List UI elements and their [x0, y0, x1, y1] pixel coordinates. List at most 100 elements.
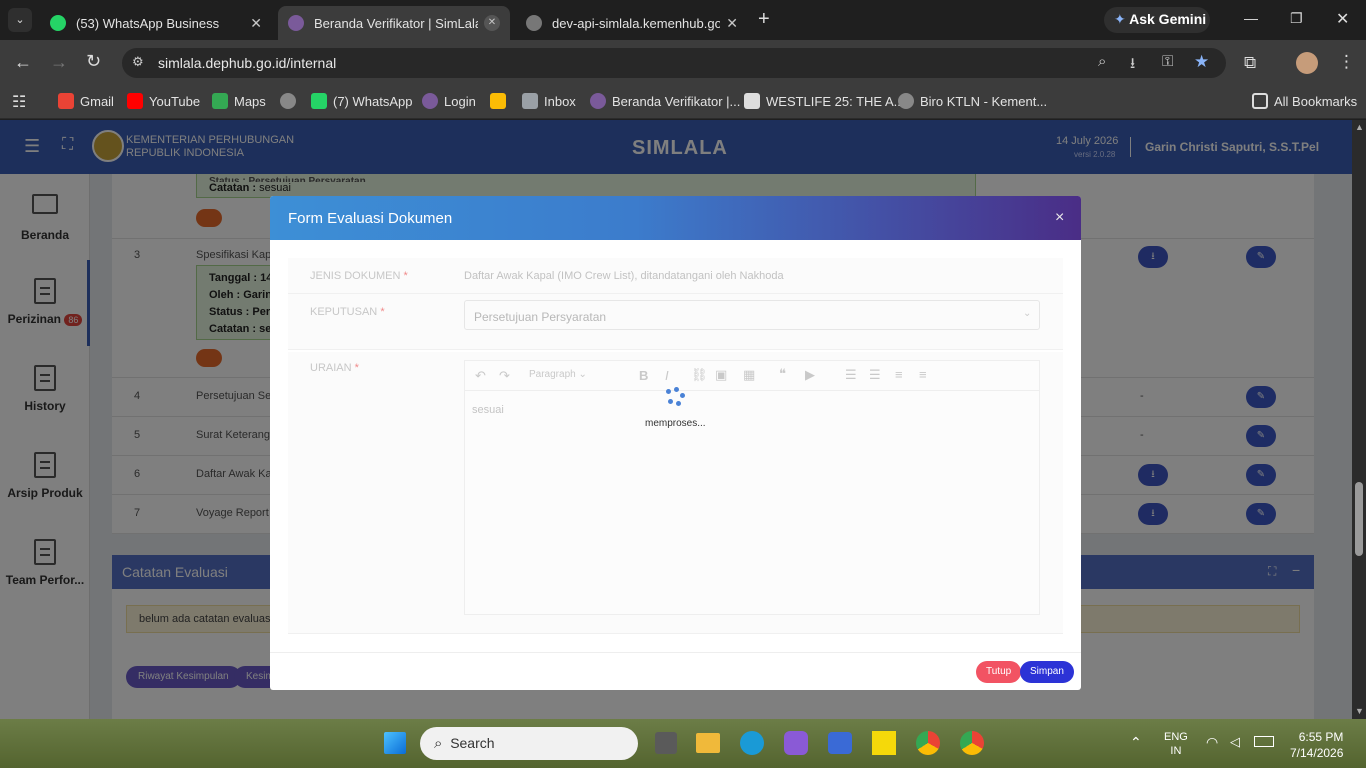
- browser-tab-strip: ⌄ (53) WhatsApp Business ✕ Beranda Verif…: [0, 0, 1366, 40]
- chrome-icon[interactable]: [916, 731, 940, 755]
- scroll-down-icon[interactable]: ▼: [1355, 706, 1364, 716]
- bookmark-youtube[interactable]: YouTube: [127, 93, 200, 109]
- address-bar[interactable]: ⚙ simlala.dephub.go.id/internal ⌕ ⭳ ⚿ ★: [122, 48, 1226, 78]
- numbered-list-icon[interactable]: ☰: [869, 367, 881, 383]
- tab-simlala[interactable]: Beranda Verifikator | SimLala ✕: [278, 6, 510, 40]
- camera-icon[interactable]: [828, 732, 852, 754]
- table-icon[interactable]: ▦: [743, 367, 755, 383]
- windows-start-icon[interactable]: [384, 732, 406, 754]
- editor-content[interactable]: sesuai: [472, 404, 504, 416]
- globe-icon: [898, 93, 914, 109]
- new-tab-icon[interactable]: +: [758, 8, 770, 31]
- media-icon[interactable]: ▶: [805, 367, 815, 383]
- windows-taskbar: ⌕ Search ⌃ ENG IN ◠ ◁ 6:55 PM 7/14/2026: [0, 719, 1366, 768]
- taskbar-search[interactable]: ⌕ Search: [420, 727, 638, 760]
- bookmark-pinwheel[interactable]: [490, 93, 512, 109]
- page-scrollbar[interactable]: ▲ ▼: [1352, 120, 1366, 719]
- bookmark-globe[interactable]: [280, 93, 302, 109]
- tab-search-icon[interactable]: ⌄: [8, 8, 32, 32]
- spinner-dot: [674, 387, 679, 392]
- close-icon[interactable]: ✕: [484, 15, 500, 31]
- redo-icon[interactable]: ↷: [499, 368, 510, 384]
- zoom-icon[interactable]: ⌕: [1098, 53, 1106, 70]
- chrome-profile-icon[interactable]: [960, 731, 984, 755]
- wifi-icon[interactable]: ◠: [1206, 734, 1218, 751]
- back-icon[interactable]: ←: [14, 52, 32, 73]
- install-icon[interactable]: ⭳: [1130, 53, 1135, 78]
- bookmark-verifikator[interactable]: Beranda Verifikator |...: [590, 93, 740, 109]
- bulleted-list-icon[interactable]: ☰: [845, 367, 857, 383]
- language-indicator[interactable]: ENG IN: [1164, 730, 1188, 758]
- bookmark-whatsapp[interactable]: (7) WhatsApp: [311, 93, 412, 109]
- outdent-icon[interactable]: ≡: [895, 367, 903, 382]
- gmail-icon: [58, 93, 74, 109]
- all-bookmarks[interactable]: All Bookmarks: [1252, 93, 1357, 109]
- globe-icon: [526, 15, 542, 31]
- image-icon[interactable]: ▣: [715, 367, 727, 383]
- password-key-icon[interactable]: ⚿: [1162, 53, 1173, 70]
- keputusan-row: KEPUTUSAN * Persetujuan Persyaratan ⌄: [288, 294, 1063, 350]
- keputusan-select[interactable]: Persetujuan Persyaratan ⌄: [464, 300, 1040, 330]
- reload-icon[interactable]: ↻: [86, 51, 101, 72]
- clock[interactable]: 6:55 PM 7/14/2026: [1290, 729, 1343, 761]
- gemini-icon: ✦: [1114, 11, 1126, 27]
- bookmark-gmail[interactable]: Gmail: [58, 93, 114, 109]
- forward-icon[interactable]: →: [50, 52, 68, 73]
- sticky-notes-icon[interactable]: [872, 731, 896, 755]
- globe-icon: [422, 93, 438, 109]
- simpan-button[interactable]: Simpan: [1020, 661, 1074, 683]
- bookmark-westlife[interactable]: WESTLIFE 25: THE A...: [744, 93, 904, 109]
- profile-avatar[interactable]: [1296, 52, 1318, 74]
- italic-icon[interactable]: I: [665, 368, 669, 383]
- task-view-icon[interactable]: [655, 732, 677, 754]
- tutup-button[interactable]: Tutup: [976, 661, 1022, 683]
- bookmark-login[interactable]: Login: [422, 93, 476, 109]
- globe-icon: [288, 15, 304, 31]
- form-evaluasi-modal: Form Evaluasi Dokumen × JENIS DOKUMEN * …: [270, 196, 1081, 690]
- battery-icon[interactable]: [1254, 736, 1274, 747]
- undo-icon[interactable]: ↶: [475, 368, 486, 384]
- tab-whatsapp[interactable]: (53) WhatsApp Business ✕: [40, 6, 272, 40]
- modal-header: Form Evaluasi Dokumen ×: [270, 196, 1081, 240]
- loading-spinner: [666, 387, 686, 409]
- jenis-dokumen-row: JENIS DOKUMEN * Daftar Awak Kapal (IMO C…: [288, 258, 1063, 294]
- bookmark-biro-ktln[interactable]: Biro KTLN - Kement...: [898, 93, 1047, 109]
- site-info-icon[interactable]: ⚙: [132, 54, 144, 70]
- rich-text-editor[interactable]: ↶ ↷ Paragraph ⌄ B I ⛓ ▣ ▦ ❝ ▶ ☰ ☰ ≡ ≡ se…: [464, 360, 1040, 615]
- close-icon[interactable]: ✕: [726, 15, 738, 32]
- bookmark-maps[interactable]: Maps: [212, 93, 266, 109]
- menu-icon[interactable]: ⋮: [1338, 52, 1355, 72]
- close-icon[interactable]: ✕: [250, 15, 262, 32]
- ask-gemini-button[interactable]: ✦ Ask Gemini: [1104, 7, 1210, 33]
- tab-dev-api[interactable]: dev-api-simlala.kemenhub.go.id ✕: [516, 6, 748, 40]
- scroll-thumb[interactable]: [1355, 482, 1363, 556]
- bookmark-star-icon[interactable]: ★: [1194, 52, 1209, 72]
- blockquote-icon[interactable]: ❝: [779, 366, 786, 382]
- youtube-icon: [127, 93, 143, 109]
- extensions-icon[interactable]: ⧉: [1244, 53, 1256, 73]
- edge-icon[interactable]: [740, 731, 764, 755]
- indent-icon[interactable]: ≡: [919, 367, 927, 382]
- url-text[interactable]: simlala.dephub.go.id/internal: [158, 55, 336, 71]
- bookmark-inbox[interactable]: Inbox: [522, 93, 576, 109]
- app-icon[interactable]: [784, 731, 808, 755]
- scroll-up-icon[interactable]: ▲: [1355, 122, 1364, 132]
- globe-icon: [280, 93, 296, 109]
- minimize-icon[interactable]: —: [1244, 10, 1258, 26]
- modal-close-button[interactable]: ×: [1055, 209, 1064, 227]
- pinwheel-icon: [490, 93, 506, 109]
- chevron-down-icon: ⌄: [578, 369, 587, 380]
- jenis-dokumen-label: JENIS DOKUMEN *: [310, 270, 408, 282]
- apps-grid-icon[interactable]: ☷: [12, 92, 26, 112]
- mail-icon: [522, 93, 538, 109]
- tray-chevron-icon[interactable]: ⌃: [1130, 734, 1142, 751]
- volume-icon[interactable]: ◁: [1230, 734, 1240, 750]
- close-window-icon[interactable]: ✕: [1336, 9, 1349, 29]
- link-icon[interactable]: ⛓: [691, 367, 708, 383]
- maximize-icon[interactable]: ❐: [1290, 10, 1303, 27]
- file-explorer-icon[interactable]: [696, 733, 720, 753]
- modal-title: Form Evaluasi Dokumen: [288, 210, 453, 227]
- whatsapp-icon: [311, 93, 327, 109]
- bold-icon[interactable]: B: [639, 368, 648, 383]
- format-select[interactable]: Paragraph ⌄: [529, 369, 587, 380]
